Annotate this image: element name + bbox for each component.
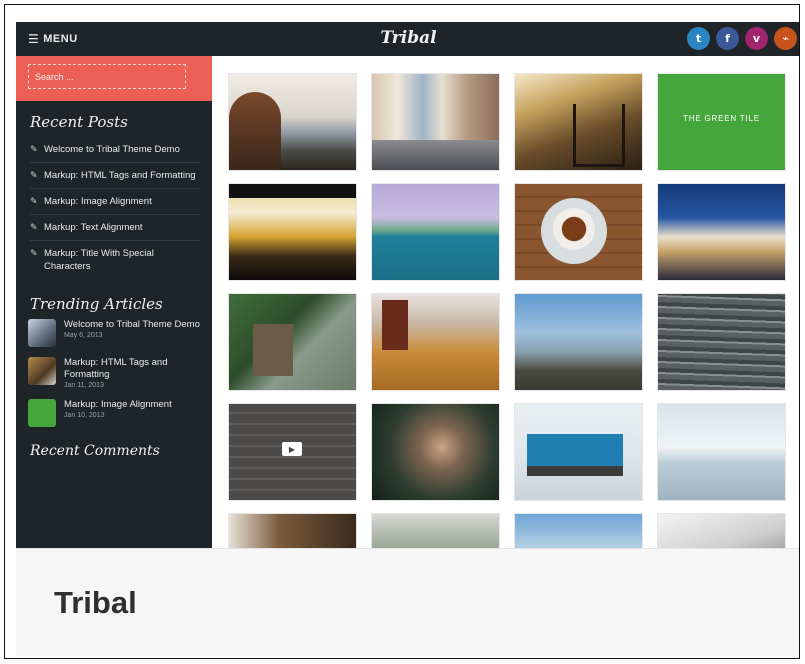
vimeo-icon[interactable]: v [745,27,768,50]
article-title[interactable]: Markup: Image Alignment [64,399,172,411]
play-icon[interactable]: ▶ [282,442,302,456]
recent-posts-list: ✎ Welcome to Tribal Theme Demo ✎ Markup:… [16,137,212,279]
post-tile[interactable] [658,184,785,280]
article-date: Jan 11, 2013 [64,382,104,389]
post-tile[interactable] [372,74,499,170]
site-title[interactable]: Tribal [16,28,799,48]
theme-caption: Tribal [16,548,799,656]
article-title[interactable]: Welcome to Tribal Theme Demo [64,319,200,331]
list-item[interactable]: Markup: Image Alignment Jan 10, 2013 [28,399,202,427]
theme-name: Tribal [54,585,137,620]
facebook-icon[interactable]: f [716,27,739,50]
post-grid: THE GREEN TILE ▶ [229,74,785,548]
photo-mug [382,300,408,350]
list-item[interactable]: ✎ Markup: Title With Special Characters [30,241,200,279]
post-tile[interactable] [515,514,642,548]
post-link[interactable]: Markup: Image Alignment [44,196,152,207]
screenshot-frame: ☰ MENU Tribal t f v ⌁ Recent Posts ✎ Wel… [4,4,800,659]
pencil-icon: ✎ [30,170,38,180]
post-tile[interactable] [372,184,499,280]
photo-coffee-cup [553,208,595,250]
pencil-icon: ✎ [30,222,38,232]
photo-subject [229,92,281,170]
search-bar [16,56,212,101]
social-links: t f v ⌁ [687,27,797,50]
pencil-icon: ✎ [30,248,38,258]
post-tile[interactable] [372,404,499,500]
trending-list: Welcome to Tribal Theme Demo May 6, 2013… [16,319,212,427]
post-tile[interactable] [515,74,642,170]
list-item[interactable]: Welcome to Tribal Theme Demo May 6, 2013 [28,319,202,347]
photo-boat [527,434,623,470]
post-link[interactable]: Markup: HTML Tags and Formatting [44,170,196,181]
post-link[interactable]: Welcome to Tribal Theme Demo [44,144,180,155]
list-item[interactable]: Markup: HTML Tags and Formatting Jan 11,… [28,357,202,389]
photo-dashboard [229,184,356,198]
recent-posts-title: Recent Posts [30,113,128,131]
article-thumbnail[interactable] [28,319,56,347]
sidebar: Recent Posts ✎ Welcome to Tribal Theme D… [16,56,212,548]
twitter-icon[interactable]: t [687,27,710,50]
article-date: Jan 10, 2013 [64,412,105,419]
theme-preview: ☰ MENU Tribal t f v ⌁ Recent Posts ✎ Wel… [16,22,799,548]
post-tile[interactable]: ▶ [229,404,356,500]
post-link[interactable]: Markup: Title With Special Characters [44,248,154,272]
article-title[interactable]: Markup: HTML Tags and Formatting [64,357,202,381]
post-tile[interactable] [229,294,356,390]
post-tile[interactable] [229,74,356,170]
pencil-icon: ✎ [30,196,38,206]
recent-comments-title: Recent Comments [30,443,160,459]
list-item[interactable]: ✎ Welcome to Tribal Theme Demo [30,137,200,163]
photo-shed [253,324,293,376]
post-tile[interactable] [658,404,785,500]
list-item[interactable]: ✎ Markup: Image Alignment [30,189,200,215]
photo-street [372,140,499,170]
rss-icon[interactable]: ⌁ [774,27,797,50]
trending-title: Trending Articles [30,295,163,313]
post-tile[interactable] [515,184,642,280]
article-thumbnail[interactable] [28,357,56,385]
tile-caption: THE GREEN TILE [683,114,760,123]
post-tile[interactable] [658,294,785,390]
photo-chair [573,104,625,167]
search-input[interactable] [28,64,186,89]
post-tile[interactable] [515,294,642,390]
post-tile[interactable] [372,514,499,548]
post-tile[interactable] [515,404,642,500]
post-link[interactable]: Markup: Text Alignment [44,222,143,233]
post-tile[interactable] [372,294,499,390]
list-item[interactable]: ✎ Markup: HTML Tags and Formatting [30,163,200,189]
pencil-icon: ✎ [30,144,38,154]
post-tile[interactable]: THE GREEN TILE [658,74,785,170]
top-bar: ☰ MENU Tribal t f v ⌁ [16,22,799,56]
photo-boat-hull [527,466,623,476]
post-tile[interactable] [229,514,356,548]
list-item[interactable]: ✎ Markup: Text Alignment [30,215,200,241]
post-tile[interactable] [658,514,785,548]
article-date: May 6, 2013 [64,332,103,339]
article-thumbnail[interactable] [28,399,56,427]
post-tile[interactable] [229,184,356,280]
